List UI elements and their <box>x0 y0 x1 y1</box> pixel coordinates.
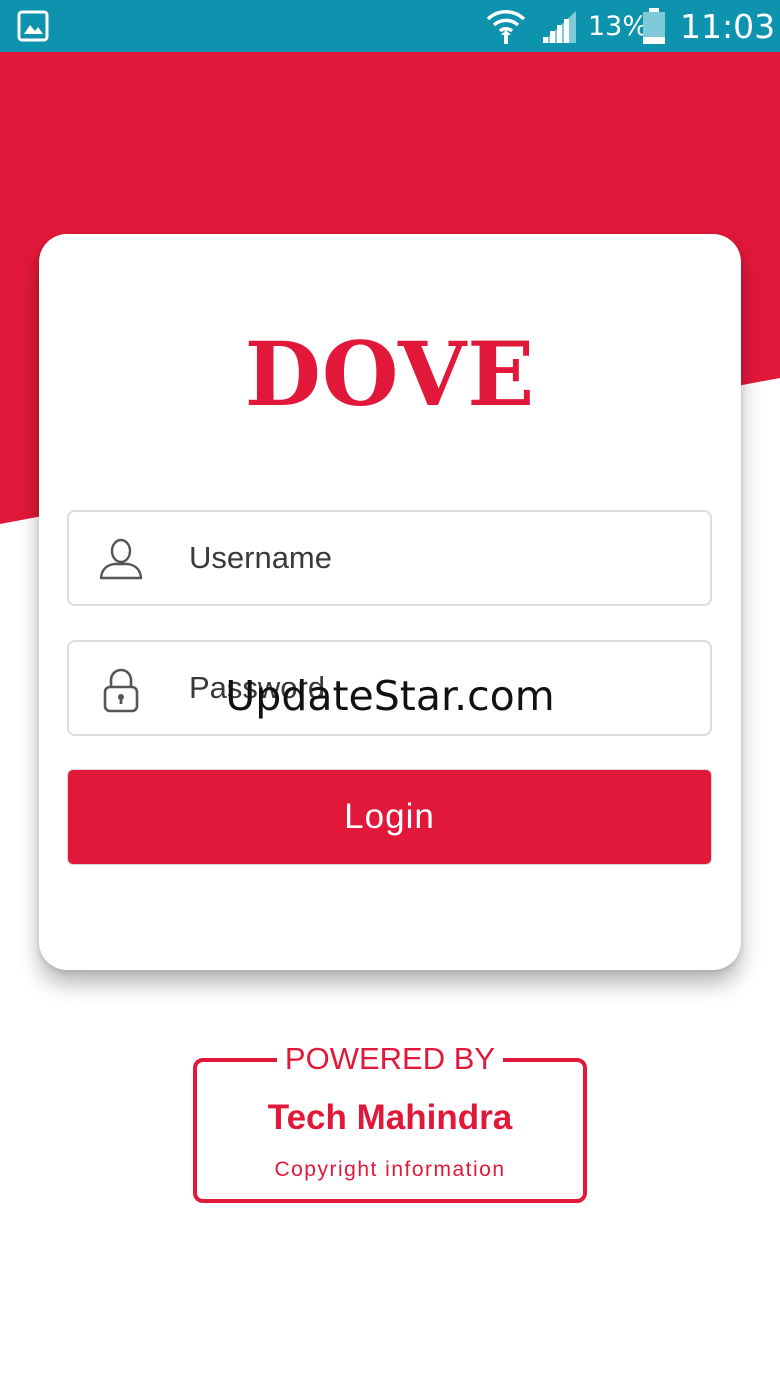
clock: 11:03 <box>680 7 776 46</box>
wifi-icon <box>486 6 526 51</box>
login-button[interactable]: Login <box>67 769 712 865</box>
gallery-icon <box>17 10 49 47</box>
copyright-link[interactable]: Copyright information <box>0 1158 780 1182</box>
battery-icon <box>641 7 667 50</box>
status-bar: 13% 11:03 <box>0 0 780 52</box>
signal-icon <box>540 9 578 50</box>
powered-by-text: POWERED BY <box>276 1041 504 1076</box>
battery-percent: 13% <box>588 11 649 42</box>
username-input[interactable] <box>189 512 689 604</box>
password-input[interactable] <box>189 642 689 734</box>
lock-icon <box>97 666 145 719</box>
company-name: Tech Mahindra <box>267 1098 513 1137</box>
user-icon <box>97 536 145 589</box>
password-field[interactable] <box>67 640 712 736</box>
app-logo: DOVE <box>244 322 536 426</box>
powered-by-label: POWERED BY <box>0 1040 780 1078</box>
username-field[interactable] <box>67 510 712 606</box>
